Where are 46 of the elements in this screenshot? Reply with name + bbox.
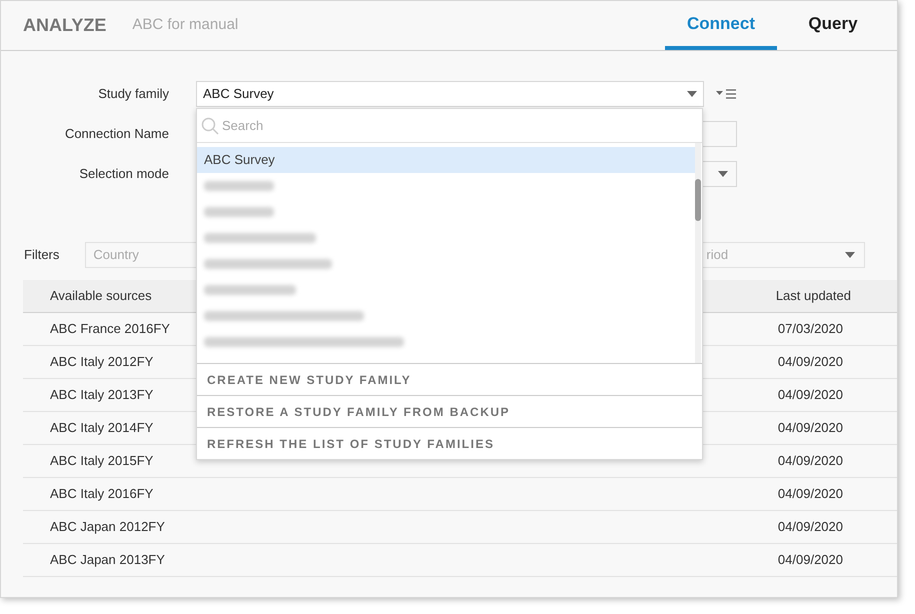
table-cell-text: 04/09/2020	[778, 419, 843, 438]
caret-icon	[845, 252, 856, 258]
scrollbar-thumb[interactable]	[695, 179, 701, 221]
table-cell-text: 04/09/2020	[778, 452, 843, 470]
search-field[interactable]: Search	[222, 116, 698, 136]
blurred-item[interactable]	[204, 285, 296, 295]
table-cell-text: 04/09/2020	[778, 551, 843, 570]
app-title: ANALYZE	[23, 14, 106, 37]
caret-icon	[687, 91, 697, 97]
table-cell-text: ABC Italy 2015FY	[50, 452, 154, 470]
blurred-item[interactable]	[204, 337, 404, 347]
study-family-select[interactable]: ABC Survey	[196, 81, 704, 107]
menu-action[interactable]: CREATE NEW STUDY FAMILY	[197, 363, 702, 395]
menu-action[interactable]: REFRESH THE LIST OF STUDY FAMILIES	[197, 427, 702, 459]
filter-list-icon[interactable]	[716, 88, 738, 100]
table-cell-text: ABC Japan 2012FY	[50, 518, 165, 536]
caret-icon	[718, 171, 728, 177]
field-label: Study family	[97, 85, 169, 104]
blurred-item[interactable]	[204, 311, 364, 321]
field-label: Connection Name	[64, 125, 169, 144]
dropdown-item[interactable]: ABC Survey	[197, 147, 697, 173]
table-cell-text: 04/09/2020	[778, 518, 843, 536]
field-label: Selection mode	[78, 165, 169, 184]
filters-label: Filters	[24, 246, 60, 264]
table-cell-text: ABC Italy 2014FY	[50, 419, 154, 438]
blurred-item[interactable]	[204, 233, 316, 243]
table-cell-text: 07/03/2020	[778, 320, 843, 338]
table-cell-text: 04/09/2020	[778, 386, 843, 404]
table-cell-text: ABC Italy 2012FY	[50, 353, 154, 372]
blurred-item[interactable]	[204, 181, 274, 191]
table-cell-text: 04/09/2020	[778, 485, 843, 504]
scrollbar[interactable]	[695, 143, 701, 363]
menu-action[interactable]: RESTORE A STUDY FAMILY FROM BACKUP	[197, 395, 702, 427]
column-header[interactable]: Last updated	[776, 286, 851, 306]
table-cell-text: ABC Italy 2013FY	[50, 386, 154, 404]
tab[interactable]: Query	[777, 1, 889, 50]
tab[interactable]: Connect	[665, 1, 777, 50]
table-cell-text: ABC Japan 2013FY	[50, 551, 165, 570]
blurred-item[interactable]	[204, 259, 332, 269]
column-header[interactable]: Available sources	[50, 286, 152, 306]
blurred-item[interactable]	[204, 207, 274, 217]
search-icon	[201, 116, 219, 134]
table-cell-text: ABC Italy 2016FY	[50, 485, 154, 504]
table-cell-text: ABC France 2016FY	[50, 320, 170, 338]
project-name: ABC for manual	[132, 15, 238, 36]
table-cell-text: 04/09/2020	[778, 353, 843, 372]
